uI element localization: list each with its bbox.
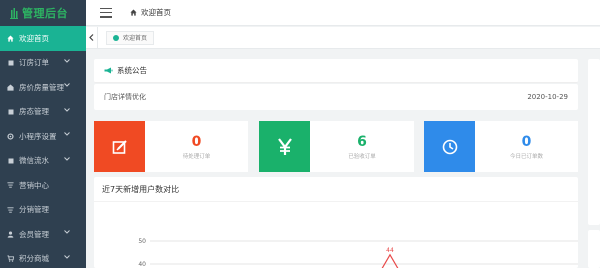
chevron-down-icon <box>64 107 70 114</box>
chevron-down-icon <box>64 58 70 65</box>
logo-icon <box>10 7 18 19</box>
y-tick-label: 50 <box>138 238 146 245</box>
square-icon <box>7 157 14 164</box>
square-icon <box>7 59 14 66</box>
side-panel-partial <box>588 59 600 225</box>
topbar-home-label: 欢迎首页 <box>141 8 171 17</box>
notice-item[interactable]: 门店详情优化 2020-10-29 <box>94 84 578 110</box>
tab-active-dot <box>113 34 119 41</box>
sidebar-item-label: 小程序设置 <box>19 131 57 141</box>
tab-welcome[interactable]: 欢迎首页 <box>106 30 155 45</box>
sidebar-item-2[interactable]: 房价房量管理 <box>0 75 86 100</box>
stat-value: 0 <box>521 133 532 150</box>
stat-label: 已验收订单 <box>348 153 376 160</box>
notice-title: 系统公告 <box>117 66 147 75</box>
chevron-down-icon <box>64 156 70 163</box>
chart-title: 近7天新增用户数对比 <box>94 177 578 202</box>
stat-value: 6 <box>357 133 367 150</box>
home-icon <box>130 9 137 16</box>
gear-icon <box>7 133 14 140</box>
line-chart: 50 40 44 <box>138 238 578 268</box>
sidebar-item-0[interactable]: 欢迎首页 <box>0 26 86 51</box>
notice-item-text: 门店详情优化 <box>104 93 146 101</box>
sidebar-item-label: 房态管理 <box>19 107 49 117</box>
sidebar: 管理后台 欢迎首页订房订单房价房量管理 房态管理小程序设置微信流水营销中心分销管理… <box>0 0 86 268</box>
sidebar-item-9[interactable]: 积分商城 <box>0 247 86 268</box>
sidebar-item-4[interactable]: 小程序设置 <box>0 124 86 149</box>
sidebar-item-label: 会员管理 <box>19 229 49 239</box>
stat-label: 今日已订单数 <box>509 153 543 160</box>
chart-panel: 近7天新增用户数对比 50 40 44 <box>94 177 578 268</box>
series-line <box>381 253 399 268</box>
stat-label: 待处理订单 <box>182 153 211 160</box>
sidebar-item-1[interactable]: 订房订单 <box>0 51 86 76</box>
clock-icon <box>442 139 457 154</box>
filter-icon <box>7 206 14 213</box>
sidebar-menu: 欢迎首页订房订单房价房量管理 房态管理小程序设置微信流水营销中心分销管理会员管理积… <box>0 26 86 268</box>
sidebar-item-5[interactable]: 微信流水 <box>0 149 86 174</box>
notice-item-date: 2020-10-29 <box>527 93 568 101</box>
side-panel-partial <box>588 230 600 268</box>
sidebar-item-label: 订房订单 <box>19 58 49 68</box>
chevron-down-icon <box>64 254 70 261</box>
chevron-left-icon <box>89 34 94 41</box>
stat-icon-box <box>259 121 310 172</box>
brand-name: 管理后台 <box>22 7 68 20</box>
megaphone-icon <box>104 67 113 74</box>
home-icon <box>7 35 14 42</box>
sidebar-item-label: 欢迎首页 <box>19 33 49 43</box>
cart-icon <box>7 255 14 262</box>
stat-value: 0 <box>191 133 202 150</box>
topbar-home-link[interactable]: 欢迎首页 <box>130 7 171 18</box>
tab-prev-button[interactable] <box>86 26 98 49</box>
stat-card-today[interactable]: 0 今日已订单数 <box>424 121 578 172</box>
notice-header: 系统公告 <box>94 59 578 83</box>
sidebar-item-label: 微信流水 <box>19 156 49 166</box>
tab-label: 欢迎首页 <box>123 35 148 42</box>
stat-icon-box <box>424 121 475 172</box>
house-icon <box>7 84 14 91</box>
user-icon <box>7 231 14 238</box>
stat-card-pending[interactable]: 0 待处理订单 <box>94 121 248 172</box>
sidebar-item-label: 房价房量管理 <box>19 82 64 92</box>
menu-toggle-icon[interactable] <box>100 7 112 18</box>
topbar: 欢迎首页 <box>86 0 600 26</box>
sidebar-item-7[interactable]: 分销管理 <box>0 198 86 223</box>
stat-icon-box <box>94 121 145 172</box>
sidebar-item-label: 积分商城 <box>19 254 49 264</box>
sidebar-item-6[interactable]: 营销中心 <box>0 173 86 198</box>
sidebar-item-label: 分销管理 <box>19 205 49 215</box>
chevron-down-icon <box>64 83 70 89</box>
square-icon <box>7 108 14 115</box>
y-tick-label: 40 <box>138 261 146 268</box>
chevron-down-icon <box>64 132 70 138</box>
sidebar-item-label: 营销中心 <box>19 180 49 190</box>
edit-icon <box>112 139 127 154</box>
chevron-down-icon <box>64 230 70 236</box>
stat-card-verified[interactable]: 6 已验收订单 <box>259 121 414 172</box>
filter-icon <box>7 182 14 189</box>
tabbar: 欢迎首页 <box>86 26 600 49</box>
sidebar-item-8[interactable]: 会员管理 <box>0 222 86 247</box>
yen-icon <box>277 137 292 155</box>
data-label: 44 <box>386 247 394 254</box>
brand-logo[interactable]: 管理后台 <box>0 0 86 26</box>
sidebar-item-3[interactable]: 房态管理 <box>0 100 86 125</box>
